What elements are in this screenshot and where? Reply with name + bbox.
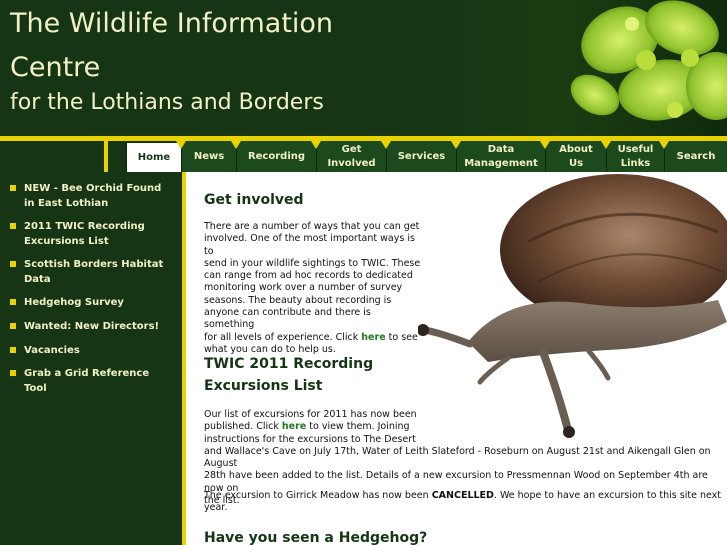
section-heading-hedgehog: Have you seen a Hedgehog? bbox=[204, 530, 428, 545]
sidebar-item-habitat-data[interactable]: Scottish Borders Habitat Data bbox=[10, 257, 174, 287]
bullet-icon bbox=[10, 261, 16, 267]
tab-news[interactable]: News bbox=[181, 141, 236, 172]
tab-data-management[interactable]: Data Management bbox=[456, 141, 545, 172]
tab-notch bbox=[176, 141, 186, 149]
sidebar: NEW - Bee Orchid Found in East Lothian 20… bbox=[0, 172, 182, 545]
bullet-icon bbox=[10, 185, 16, 191]
tab-recording[interactable]: Recording bbox=[236, 141, 316, 172]
tab-label: About Us bbox=[559, 143, 593, 169]
main-content: Get involved There are a number of ways … bbox=[186, 172, 727, 545]
cancelled-notice: The excursion to Girrick Meadow has now … bbox=[204, 490, 721, 514]
site-title-line2: Centre bbox=[10, 52, 101, 83]
tab-notch bbox=[659, 141, 669, 149]
tab-label: News bbox=[193, 150, 225, 162]
sidebar-item-vacancies[interactable]: Vacancies bbox=[10, 343, 174, 358]
tab-notch bbox=[540, 141, 550, 149]
bullet-icon bbox=[10, 299, 16, 305]
sidebar-item-bee-orchid[interactable]: NEW - Bee Orchid Found in East Lothian bbox=[10, 181, 174, 211]
nav-gold-divider bbox=[104, 141, 108, 172]
tab-notch bbox=[601, 141, 611, 149]
tab-get-involved[interactable]: Get Involved bbox=[316, 141, 386, 172]
bullet-icon bbox=[10, 323, 16, 329]
tab-home[interactable]: Home bbox=[126, 141, 181, 172]
tab-notch bbox=[451, 141, 461, 149]
tab-label: Services bbox=[397, 150, 446, 162]
tab-label: Search bbox=[676, 150, 716, 162]
tab-label: Useful Links bbox=[617, 143, 654, 169]
get-involved-text: There are a number of ways that you can … bbox=[204, 221, 421, 355]
bullet-icon bbox=[10, 370, 16, 376]
tab-label: Get Involved bbox=[327, 143, 376, 169]
tab-label: Data Management bbox=[464, 143, 538, 169]
tab-notch bbox=[381, 141, 391, 149]
tab-notch bbox=[231, 141, 241, 149]
sidebar-item-new-directors[interactable]: Wanted: New Directors! bbox=[10, 319, 174, 334]
tab-search[interactable]: Search bbox=[664, 141, 727, 172]
site-title-line1: The Wildlife Information bbox=[10, 8, 334, 39]
bullet-icon bbox=[10, 223, 16, 229]
here-link[interactable]: here bbox=[361, 332, 385, 343]
sidebar-item-recording-excursions[interactable]: 2011 TWIC Recording Excursions List bbox=[10, 219, 174, 249]
here-link[interactable]: here bbox=[282, 421, 306, 432]
tab-label: Home bbox=[137, 151, 171, 163]
bullet-icon bbox=[10, 347, 16, 353]
plant-photo bbox=[420, 0, 727, 136]
tab-services[interactable]: Services bbox=[386, 141, 456, 172]
site-header: The Wildlife Information Centre for the … bbox=[0, 0, 727, 136]
section-heading-get-involved: Get involved bbox=[204, 192, 304, 208]
tab-useful-links[interactable]: Useful Links bbox=[606, 141, 664, 172]
snail-photo bbox=[418, 174, 727, 438]
tab-label: Recording bbox=[247, 150, 306, 162]
sidebar-item-grid-reference[interactable]: Grab a Grid Reference Tool bbox=[10, 366, 174, 396]
sidebar-item-hedgehog-survey[interactable]: Hedgehog Survey bbox=[10, 295, 174, 310]
tab-about-us[interactable]: About Us bbox=[545, 141, 606, 172]
section-heading-excursions: TWIC 2011 Recording Excursions List bbox=[204, 356, 374, 394]
site-subtitle: for the Lothians and Borders bbox=[10, 90, 324, 115]
tab-notch bbox=[311, 141, 321, 149]
